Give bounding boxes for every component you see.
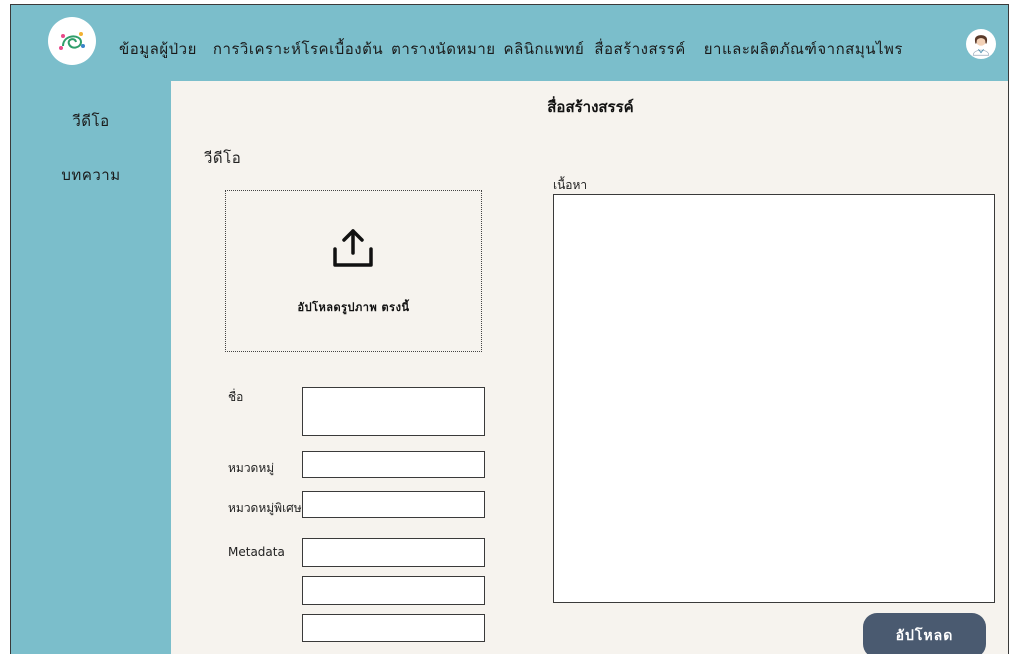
sidebar-item-video[interactable]: วีดีโอ xyxy=(11,109,171,133)
metadata-field-1[interactable] xyxy=(302,538,485,567)
special-category-field[interactable] xyxy=(302,491,485,518)
main-nav: ข้อมูลผู้ป่วย การวิเคราะห์โรคเบื้องต้น ต… xyxy=(119,37,903,61)
content-textarea[interactable] xyxy=(553,194,995,603)
top-navigation-bar: ข้อมูลผู้ป่วย การวิเคราะห์โรคเบื้องต้น ต… xyxy=(11,5,1008,81)
sidebar: วีดีโอ บทความ xyxy=(11,81,171,654)
upload-instruction: อัปโหลดรูปภาพ ตรงนี้ xyxy=(297,301,410,314)
upload-button[interactable]: อัปโหลด xyxy=(863,613,986,654)
name-label: ชื่อ xyxy=(228,390,244,404)
image-upload-dropzone[interactable]: อัปโหลดรูปภาพ ตรงนี้ xyxy=(225,190,482,352)
metadata-field-3[interactable] xyxy=(302,614,485,642)
upload-icon xyxy=(333,229,373,267)
special-category-label: หมวดหมู่พิเศษ xyxy=(228,501,302,515)
name-field[interactable] xyxy=(302,387,485,436)
app-logo[interactable] xyxy=(48,17,96,65)
content-label: เนื้อหา xyxy=(553,178,588,192)
nav-item-clinic[interactable]: คลินิกแพทย์ xyxy=(504,37,585,61)
logo-icon xyxy=(59,32,85,50)
app-frame: ข้อมูลผู้ป่วย การวิเคราะห์โรคเบื้องต้น ต… xyxy=(10,4,1009,654)
main-content: สื่อสร้างสรรค์ วีดีโอ อัปโหลดรูปภาพ ตรงน… xyxy=(171,81,1008,654)
metadata-field-2[interactable] xyxy=(302,576,485,605)
metadata-label: Metadata xyxy=(228,545,285,559)
section-label: วีดีโอ xyxy=(204,149,242,167)
page-title: สื่อสร้างสรรค์ xyxy=(547,98,634,116)
nav-item-patient-info[interactable]: ข้อมูลผู้ป่วย xyxy=(119,37,197,61)
nav-item-preliminary-diagnosis[interactable]: การวิเคราะห์โรคเบื้องต้น xyxy=(213,37,383,61)
user-avatar[interactable] xyxy=(966,29,996,59)
doctor-avatar-icon xyxy=(972,35,990,56)
nav-item-creative-media[interactable]: สื่อสร้างสรรค์ xyxy=(594,37,685,61)
category-label: หมวดหมู่ xyxy=(228,461,275,475)
nav-item-herbal-products[interactable]: ยาและผลิตภัณฑ์จากสมุนไพร xyxy=(704,37,903,61)
category-field[interactable] xyxy=(302,451,485,478)
sidebar-item-article[interactable]: บทความ xyxy=(11,163,171,187)
nav-item-appointments[interactable]: ตารางนัดหมาย xyxy=(391,37,495,61)
